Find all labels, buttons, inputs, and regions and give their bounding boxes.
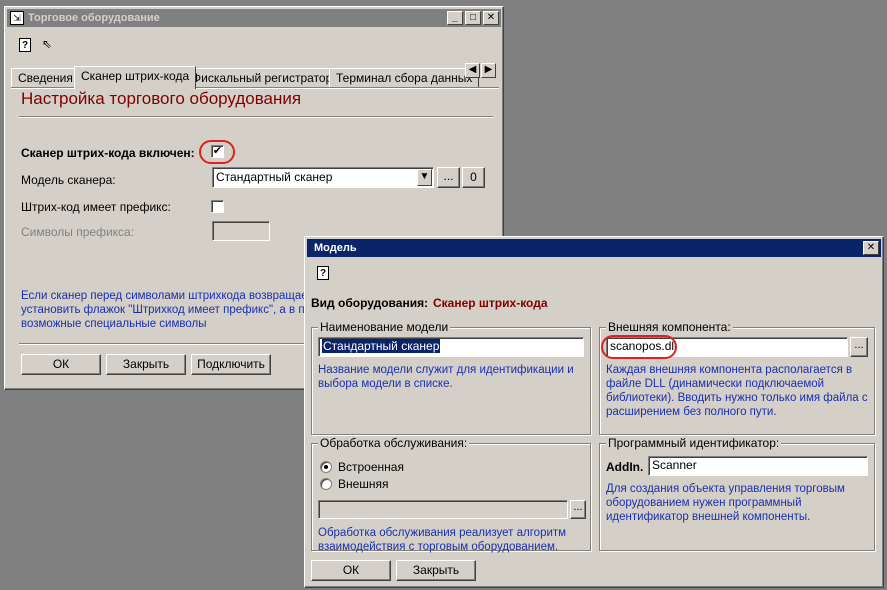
external-processing-browse-button[interactable]: ...: [570, 500, 586, 519]
chevron-down-icon[interactable]: ▼: [417, 169, 432, 186]
equipment-type-value: Сканер штрих-кода: [433, 296, 548, 310]
tab-scroll-right-button[interactable]: ▶: [481, 63, 496, 78]
model-name-text: Стандартный сканер: [322, 339, 441, 353]
heading-divider: [19, 116, 493, 118]
prefix-symbols-input[interactable]: [212, 221, 270, 241]
dialog-ok-button[interactable]: ОК: [311, 560, 391, 581]
ext-hint-line4: расширением без полного пути.: [606, 406, 777, 418]
ext-hint-line2: файле DLL (динамически подключаемой: [606, 378, 825, 390]
tab-data-terminal-label: Терминал сбора данных: [336, 71, 473, 85]
ext-hint-line3: библиотеки). Вводить нужно только имя фа…: [606, 392, 868, 404]
service-processing-group-title: Обработка обслуживания:: [318, 436, 470, 450]
dialog-close-button[interactable]: Закрыть: [396, 560, 476, 581]
close-icon[interactable]: ✕: [863, 241, 879, 255]
pointer-help-icon[interactable]: ⇖: [39, 37, 55, 53]
app-icon: ⇲: [10, 11, 24, 25]
tab-data-terminal[interactable]: Терминал сбора данных: [329, 68, 480, 88]
model-dialog-titlebar[interactable]: Модель ✕: [307, 239, 881, 257]
tab-fiscal-registrar-label: Фискальный регистратор: [192, 71, 333, 85]
external-component-input[interactable]: scanopos.dll: [606, 337, 848, 357]
radio-external[interactable]: [320, 478, 332, 490]
tab-info[interactable]: Сведения: [11, 68, 80, 88]
external-processing-input[interactable]: [318, 500, 568, 519]
external-component-browse-button[interactable]: ...: [850, 337, 868, 357]
info-text-line2: установить флажок "Штрихкод имеет префик…: [21, 304, 318, 316]
main-window-title: Торговое оборудование: [28, 12, 160, 24]
scanner-enabled-checkbox[interactable]: ✔: [211, 145, 224, 158]
service-hint-line1: Обработка обслуживания реализует алгорит…: [318, 527, 567, 539]
help-icon[interactable]: ?: [19, 38, 31, 52]
ext-hint-line1: Каждая внешняя компонента располагается …: [606, 364, 853, 376]
connect-button[interactable]: Подключить: [191, 354, 271, 375]
tab-barcode-scanner[interactable]: Сканер штрих-кода: [74, 66, 197, 89]
model-name-hint-line1: Название модели служит для идентификации…: [318, 364, 574, 376]
tab-info-label: Сведения: [18, 71, 73, 85]
program-identifier-group-title: Программный идентификатор:: [606, 436, 782, 450]
close-window-button[interactable]: ✕: [483, 11, 499, 25]
prefix-label: Штрих-код имеет префикс:: [21, 200, 171, 214]
model-dialog-title: Модель: [314, 242, 357, 254]
page-heading: Настройка торгового оборудования: [21, 89, 302, 108]
scanner-model-label: Модель сканера:: [21, 173, 116, 187]
prefix-checkbox[interactable]: [211, 200, 224, 213]
model-name-value: Стандартный сканер: [322, 339, 441, 353]
equipment-type-label: Вид оборудования:: [311, 296, 429, 310]
addin-label: AddIn.: [606, 460, 644, 474]
prefix-symbols-label: Символы префикса:: [21, 225, 135, 239]
scanner-model-select[interactable]: Стандартный сканер ▼: [212, 167, 434, 188]
radio-external-label: Внешняя: [338, 477, 389, 491]
external-component-group: Внешняя компонента: scanopos.dll ... Каж…: [599, 320, 875, 435]
model-dialog: Модель ✕ ? Вид оборудования: Сканер штри…: [304, 236, 884, 588]
service-hint-line2: взаимодействия с торговым оборудованием.: [318, 541, 559, 553]
tab-fiscal-registrar[interactable]: Фискальный регистратор: [185, 68, 340, 88]
service-processing-group: Обработка обслуживания: Встроенная Внешн…: [311, 436, 591, 553]
info-text-line1: Если сканер перед символами штрихкода во…: [21, 290, 313, 302]
main-window-titlebar[interactable]: ⇲ Торговое оборудование _ □ ✕: [7, 9, 501, 27]
addin-input[interactable]: Scanner: [648, 456, 868, 476]
program-identifier-group: Программный идентификатор: AddIn. Scanne…: [599, 436, 875, 551]
maximize-button[interactable]: □: [465, 11, 481, 25]
radio-builtin[interactable]: [320, 461, 332, 473]
model-name-hint-line2: выбора модели в списке.: [318, 378, 453, 390]
progid-hint-line3: идентификатор внешней компоненты.: [606, 511, 811, 523]
model-name-group: Наименование модели Стандартный сканер Н…: [311, 320, 591, 435]
info-text-line3: возможные специальные символы: [21, 318, 207, 330]
tab-barcode-scanner-label: Сканер штрих-кода: [81, 69, 190, 83]
progid-hint-line2: оборудованием нужен программный: [606, 497, 802, 509]
scanner-model-browse-button[interactable]: ...: [437, 167, 460, 188]
minimize-button[interactable]: _: [447, 11, 463, 25]
tab-scroll-left-button[interactable]: ◀: [465, 63, 480, 78]
radio-builtin-label: Встроенная: [338, 460, 404, 474]
scanner-model-value: Стандартный сканер: [216, 170, 333, 184]
model-name-group-title: Наименование модели: [318, 320, 451, 334]
ok-button[interactable]: ОК: [21, 354, 101, 375]
dialog-help-icon[interactable]: ?: [317, 266, 329, 280]
external-component-value: scanopos.dll: [610, 339, 677, 353]
model-name-input[interactable]: Стандартный сканер: [318, 337, 584, 357]
close-button[interactable]: Закрыть: [106, 354, 186, 375]
scanner-model-clear-button[interactable]: 0: [462, 167, 485, 188]
progid-hint-line1: Для создания объекта управления торговым: [606, 483, 845, 495]
scanner-enabled-label: Сканер штрих-кода включен:: [21, 146, 195, 160]
addin-value: Scanner: [652, 458, 697, 472]
external-component-group-title: Внешняя компонента:: [606, 320, 733, 334]
